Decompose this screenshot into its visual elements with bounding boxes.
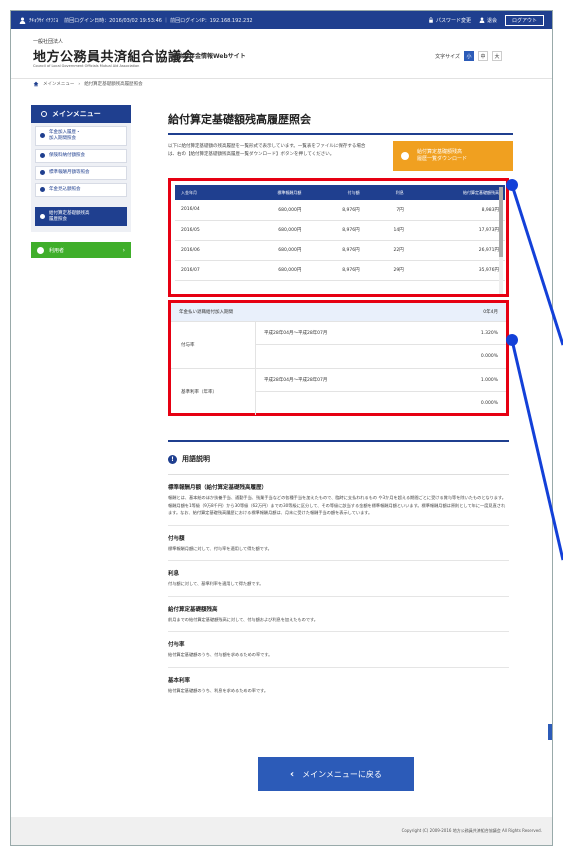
breadcrumb-current: 給付算定基礎額残高履歴照会	[84, 82, 143, 87]
user-info: ﾁｷｮｳｻｲ ｲﾁﾌﾐﾖ	[19, 17, 58, 24]
glossary-term: 利息 付与額に対して、基準利率を適用して得た額です。	[168, 561, 509, 597]
bullet-icon	[40, 153, 45, 159]
sidebar-item-standard-salary[interactable]: 標準報酬月額等照会	[35, 165, 127, 180]
user-icon	[19, 17, 26, 24]
glossary-term: 標準報酬月額（給付算定基礎残高履歴） 報酬とは、基本給のほか扶養手当、通勤手当、…	[168, 475, 509, 526]
user-menu-button[interactable]: 利用者 ›	[31, 242, 131, 259]
page-frame: ﾁｷｮｳｻｲ ｲﾁﾌﾐﾖ 前回ログイン日時：2016/03/02 19:53:4…	[10, 10, 553, 846]
bullet-icon	[40, 170, 45, 176]
font-size-switcher: 文字サイズ 小 中 大	[435, 51, 502, 61]
user-circle-icon	[37, 246, 44, 254]
rate-cell: 0.000%	[480, 354, 498, 359]
font-size-label: 文字サイズ	[435, 53, 460, 60]
person-icon	[479, 17, 485, 23]
font-size-medium-button[interactable]: 中	[478, 51, 488, 61]
glossary-term: 基本利率 給付算定基礎額のうち、利息を求めるための率です。	[168, 677, 269, 693]
sidebar-menu: 年金加入履歴・ 加入期間照会 保険料納付額照会 標準報酬月額等照会 年金見込額照…	[31, 123, 131, 233]
sidebar-item-pension-estimate[interactable]: 年金見込額照会	[35, 182, 127, 197]
breadcrumb-home-link[interactable]: メインメニュー	[43, 81, 74, 87]
sidebar-item-benefit-balance-history[interactable]: 給付算定基礎額残高 履歴照会	[35, 206, 127, 227]
logout-button[interactable]: ログアウト	[504, 14, 544, 26]
rate-cell: 平成28年04月～平成28年07月 1.000%	[256, 369, 506, 392]
col-balance: 給付算定基礎額残高	[409, 185, 505, 200]
bullet-icon	[40, 214, 45, 220]
enrollment-period-row: 年金払い退職給付加入期間 0年4月	[171, 303, 506, 321]
glossary-term: 付与率 給付算定基礎額のうち、付与額を求めるための率です。	[168, 632, 509, 668]
session-info: 前回ログイン日時：2016/03/02 19:53:46 ｜ 前回ログインIP：…	[64, 17, 253, 24]
callout-marker	[506, 179, 518, 191]
site-header: 一般社団法人 地方公務員共済組合協議会 地共済年金情報Webサイト Counci…	[11, 29, 552, 79]
back-to-main-menu-button[interactable]: ‹ メインメニューに戻る	[258, 757, 414, 791]
font-size-large-button[interactable]: 大	[492, 51, 502, 61]
password-change-link[interactable]: パスワード変更	[428, 17, 471, 24]
page-top-button[interactable]: ^	[548, 724, 552, 740]
sidebar-item-enrollment-history[interactable]: 年金加入履歴・ 加入期間照会	[35, 126, 127, 146]
table-row: 2016/07 680,000円 8,976円 29円 35,976円	[175, 260, 505, 281]
top-status-bar: ﾁｷｮｳｻｲ ｲﾁﾌﾐﾖ 前回ログイン日時：2016/03/02 19:53:4…	[11, 11, 552, 29]
intro-text: 以下に給付算定基礎額の残高履歴を一覧形式で表示しています。一覧表をファイルに保存…	[168, 144, 366, 158]
history-table: 入金年月 標準報酬月額 付与額 利息 給付算定基礎額残高 2016/04 680…	[175, 185, 505, 281]
col-payment-month: 入金年月	[175, 185, 236, 200]
user-name: ﾁｷｮｳｻｲ ｲﾁﾌﾐﾖ	[29, 17, 59, 24]
font-size-small-button[interactable]: 小	[464, 51, 474, 61]
footer: Copyright (C) 2009-2016 地方公務員共済組合協議会 All…	[11, 817, 552, 845]
withdraw-link[interactable]: 退会	[479, 17, 497, 24]
col-standard-salary: 標準報酬月額	[235, 185, 308, 200]
bullet-icon	[40, 133, 45, 139]
site-subtitle: 地共済年金情報Webサイト	[171, 53, 246, 60]
sidebar-header: メインメニュー	[31, 105, 131, 123]
base-interest-rate-row: 基準利率（年率） 平成28年04月～平成28年07月 1.000% 0.000%	[171, 368, 506, 415]
callout-marker	[506, 334, 518, 346]
glossary-term: 付与額 標準報酬月額に対して、付与率を適用して得た額です。	[168, 526, 509, 562]
org-english-name: Council of Local Government Officials Mu…	[33, 64, 140, 68]
sidebar-item-premium-paid[interactable]: 保険料納付額照会	[35, 148, 127, 163]
col-grant-amount: 付与額	[307, 185, 366, 200]
breadcrumb: メインメニュー › 給付算定基礎額残高履歴照会	[33, 81, 143, 87]
info-icon: !	[168, 454, 177, 464]
col-interest: 利息	[365, 185, 410, 200]
download-button[interactable]: 給付算定基礎額残高 履歴一覧ダウンロード	[393, 141, 513, 171]
download-icon	[401, 152, 409, 160]
table-scrollbar[interactable]	[499, 187, 503, 294]
chevron-right-icon: ›	[122, 246, 125, 254]
breadcrumb-separator: ›	[78, 81, 81, 87]
sidebar: メインメニュー 年金加入履歴・ 加入期間照会 保険料納付額照会 標準報酬月額等照…	[31, 105, 131, 259]
scrollbar-thumb[interactable]	[499, 187, 503, 257]
grant-rate-row: 付与率 平成28年04月～平成28年07月 1.320% 0.000%	[171, 321, 506, 368]
rate-cell: 0.000%	[480, 401, 498, 406]
page-title: 給付算定基礎額残高履歴照会	[168, 111, 513, 135]
table-row: 2016/06 680,000円 8,976円 22円 26,971円	[175, 240, 505, 261]
bullet-icon	[40, 187, 45, 193]
home-icon	[33, 81, 39, 87]
glossary-section: ! 用語説明 標準報酬月額（給付算定基礎残高履歴） 報酬とは、基本給のほか扶養手…	[168, 440, 509, 703]
glossary-term: 給付算定基礎額残高 前月までの給付算定基礎額残高に対して、付与額および利息を加え…	[168, 597, 509, 633]
menu-circle-icon	[41, 111, 47, 117]
table-row: 2016/05 680,000円 8,976円 14円 17,973円	[175, 220, 505, 241]
history-table-header: 入金年月 標準報酬月額 付与額 利息 給付算定基礎額残高	[175, 185, 505, 200]
table-row: 2016/04 680,000円 8,976円 7円 8,983円	[175, 200, 505, 221]
main-content: 給付算定基礎額残高履歴照会 以下に給付算定基礎額の残高履歴を一覧形式で表示してい…	[168, 105, 513, 171]
section-divider	[168, 440, 509, 442]
glossary-title: ! 用語説明	[168, 454, 509, 475]
rates-table-region: 年金払い退職給付加入期間 0年4月 付与率 平成28年04月～平成28年07月 …	[168, 300, 509, 416]
org-type: 一般社団法人	[33, 39, 64, 45]
rate-cell: 平成28年04月～平成28年07月 1.320%	[256, 322, 506, 345]
chevron-left-icon: ‹	[290, 768, 295, 780]
history-table-region: 入金年月 標準報酬月額 付与額 利息 給付算定基礎額残高 2016/04 680…	[168, 178, 509, 297]
lock-icon	[429, 17, 433, 23]
copyright: Copyright (C) 2009-2016 地方公務員共済組合協議会 All…	[401, 828, 542, 833]
